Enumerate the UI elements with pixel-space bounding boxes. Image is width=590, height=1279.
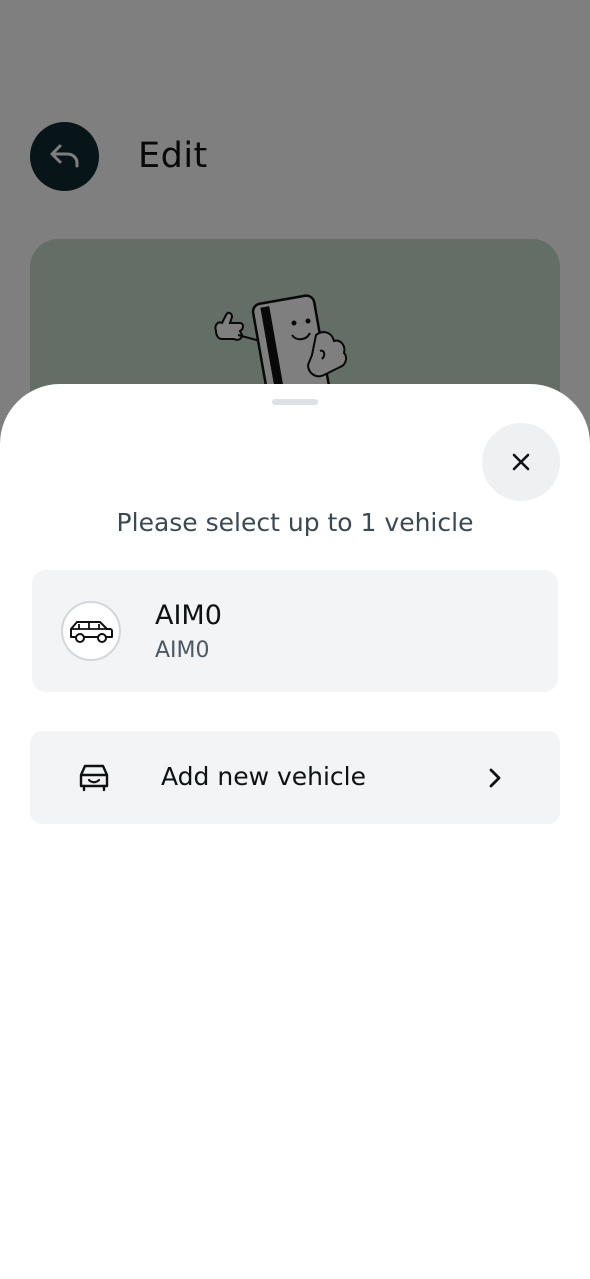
chevron-right-icon <box>489 768 501 788</box>
sheet-title: Please select up to 1 vehicle <box>116 508 474 537</box>
car-icon <box>70 621 113 643</box>
add-new-vehicle-button[interactable]: Add new vehicle <box>30 731 560 824</box>
vehicle-name: AIM0 <box>155 600 222 631</box>
vehicle-select-sheet: Please select up to 1 vehicle AIM0 AIM0 … <box>0 384 590 1279</box>
car-front-icon-wrapper <box>76 759 112 795</box>
vehicle-item[interactable]: AIM0 AIM0 <box>32 570 558 692</box>
drag-handle[interactable] <box>272 399 318 405</box>
car-front-icon <box>79 764 109 792</box>
add-new-vehicle-label: Add new vehicle <box>161 762 367 791</box>
close-button[interactable] <box>482 423 560 501</box>
vehicle-plate: AIM0 <box>155 638 210 663</box>
chevron-right-icon-wrapper <box>482 763 508 793</box>
vehicle-avatar <box>61 601 121 661</box>
close-icon <box>512 453 530 471</box>
